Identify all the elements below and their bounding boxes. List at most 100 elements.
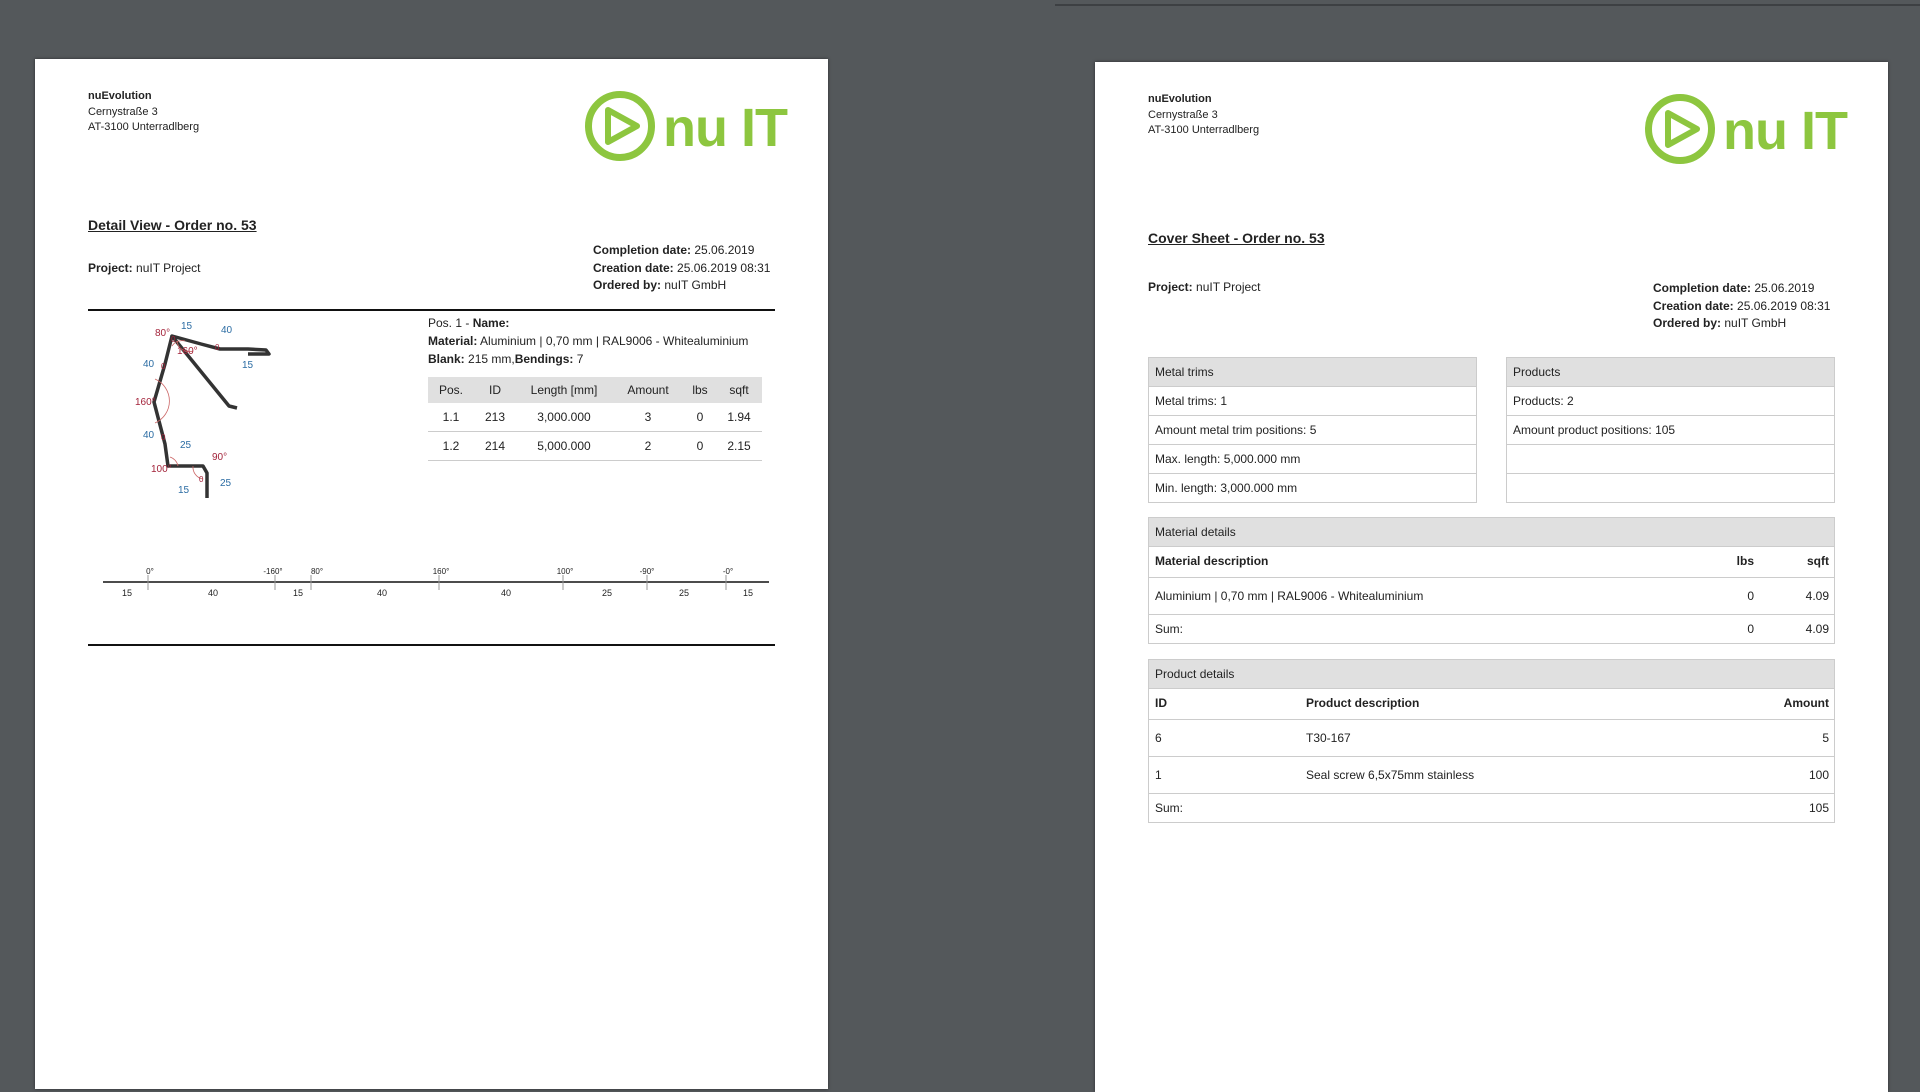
drawing-angle-label: 100° [151, 464, 172, 475]
list-item: Products: 2 [1507, 387, 1834, 416]
product-description: Seal screw 6,5x75mm stainless [1306, 768, 1475, 782]
project-label: Project: [88, 261, 133, 275]
list-item [1507, 445, 1834, 474]
nuit-logo: nu IT [585, 91, 788, 161]
drawing-zero-label: 0 [215, 343, 220, 352]
nuit-logo: nu IT [1645, 94, 1848, 164]
table-row: 1.1 213 3,000.000 3 0 1.94 [428, 403, 762, 432]
company-name: nuEvolution [88, 90, 152, 102]
product-amount: 100 [1808, 768, 1829, 782]
rule-length-label: 25 [602, 588, 612, 598]
product-amount: 5 [1822, 731, 1829, 745]
cell-amount: 2 [612, 431, 684, 461]
material-columns-row: Material description lbs sqft [1149, 547, 1834, 578]
completion-label: Completion date: [1653, 281, 1751, 295]
company-address: nuEvolution Cernystraße 3 AT-3100 Unterr… [88, 89, 199, 136]
company-address: nuEvolution Cernystraße 3 AT-3100 Unterr… [1148, 92, 1259, 139]
project-line: Project: nuIT Project [88, 261, 201, 275]
table-row: 1 Seal screw 6,5x75mm stainless 100 [1149, 757, 1834, 794]
section-divider-bottom [88, 644, 775, 646]
position-prefix: Pos. 1 - [428, 316, 470, 330]
product-description: T30-167 [1306, 731, 1351, 745]
rule-angle-label: -0° [723, 567, 733, 576]
section-divider-top [88, 309, 775, 311]
material-lbs: 0 [1747, 589, 1754, 603]
logo-text: nu IT [663, 98, 788, 158]
sum-lbs: 0 [1747, 622, 1754, 636]
bendings-value: 7 [576, 352, 584, 366]
drawing-zero-label: 0 [199, 475, 204, 484]
rule-angle-label: -90° [640, 567, 655, 576]
order-dates: Completion date: 25.06.2019 Creation dat… [593, 242, 770, 295]
material-details-box: Material details Material description lb… [1148, 517, 1835, 644]
project-line: Project: nuIT Project [1148, 280, 1261, 294]
list-item [1507, 474, 1834, 502]
drawing-length-label: 25 [220, 478, 232, 489]
drawing-zero-label: 0 [161, 433, 166, 442]
cell-length: 5,000.000 [516, 431, 612, 461]
col-pos: Pos. [428, 377, 474, 403]
cell-id: 214 [474, 431, 516, 461]
col-lbs: lbs [684, 377, 716, 403]
cell-sqft: 2.15 [716, 431, 762, 461]
cell-sqft: 1.94 [716, 403, 762, 432]
rule-length-label: 40 [501, 588, 511, 598]
sum-sqft: 4.09 [1805, 622, 1829, 636]
creation-label: Creation date: [593, 260, 674, 275]
drawing-length-label: 15 [181, 321, 193, 332]
cell-length: 3,000.000 [516, 403, 612, 432]
rule-angle-label: 100° [557, 567, 574, 576]
page-title: Detail View - Order no. 53 [88, 217, 257, 233]
rule-angle-label: -160° [263, 567, 282, 576]
col-id: ID [1155, 696, 1167, 710]
blank-value: 215 mm, [468, 352, 515, 366]
rule-angle-label: 160° [433, 567, 450, 576]
company-city: AT-3100 Unterradlberg [88, 121, 200, 133]
rule-length-label: 15 [743, 588, 753, 598]
drawing-length-label: 40 [143, 430, 155, 441]
drawing-angle-label: 160° [177, 346, 198, 357]
ordered-label: Ordered by: [1653, 316, 1722, 330]
rule-length-label: 15 [293, 588, 303, 598]
sum-amount: 105 [1808, 801, 1829, 815]
sum-label: Sum: [1155, 801, 1184, 815]
list-item: Max. length: 5,000.000 mm [1149, 445, 1476, 474]
position-info: Pos. 1 - Name: Material: Aluminium | 0,7… [428, 314, 778, 368]
drawing-length-label: 15 [178, 485, 190, 496]
product-details-header: Product details [1149, 660, 1834, 689]
cell-id: 213 [474, 403, 516, 432]
col-amount: Amount [612, 377, 684, 403]
material-sqft: 4.09 [1805, 589, 1829, 603]
list-item: Amount metal trim positions: 5 [1149, 416, 1476, 445]
list-item: Min. length: 3,000.000 mm [1155, 481, 1298, 495]
profile-drawing: 15 40 15 40 40 25 25 15 80° 160° 160° 90… [135, 321, 271, 498]
project-value: nuIT Project [136, 261, 201, 275]
creation-label: Creation date: [1653, 298, 1734, 313]
drawing-angle-label: 80° [155, 328, 170, 339]
product-columns-row: ID Product description Amount [1149, 689, 1834, 720]
blank-label: Blank: [428, 352, 465, 366]
drawing-angle-label: 90° [212, 452, 227, 463]
completion-value: 25.06.2019 [1754, 281, 1815, 295]
drawing-length-label: 15 [242, 360, 254, 371]
product-sum-row: Sum: 105 [1149, 794, 1834, 822]
completion-value: 25.06.2019 [694, 243, 755, 257]
order-dates: Completion date: 25.06.2019 Creation dat… [1653, 280, 1830, 333]
drawing-zero-label: 0 [171, 335, 176, 344]
col-amount: Amount [1783, 696, 1829, 710]
table-row: 1.2 214 5,000.000 2 0 2.15 [428, 431, 762, 461]
viewer-top-divider [1055, 4, 1920, 6]
metal-trims-box: Metal trims Metal trims: 1 Amount metal … [1148, 357, 1477, 503]
rule-length-label: 25 [679, 588, 689, 598]
bending-rule: 0° -160° 80° 160° 100° -90° -0° 15 40 15… [103, 567, 769, 598]
drawing-length-label: 40 [143, 359, 155, 370]
ordered-label: Ordered by: [593, 278, 662, 292]
material-value: Aluminium | 0,70 mm | RAL9006 - Whitealu… [480, 334, 749, 348]
material-details-header: Material details [1149, 518, 1834, 547]
col-material-description: Material description [1155, 554, 1269, 568]
ordered-value: nuIT GmbH [664, 278, 727, 292]
col-length: Length [mm] [516, 377, 612, 403]
detail-view-page: nuEvolution Cernystraße 3 AT-3100 Unterr… [35, 59, 828, 1089]
col-sqft: sqft [1807, 554, 1829, 568]
products-box: Products Products: 2 Amount product posi… [1506, 357, 1835, 503]
